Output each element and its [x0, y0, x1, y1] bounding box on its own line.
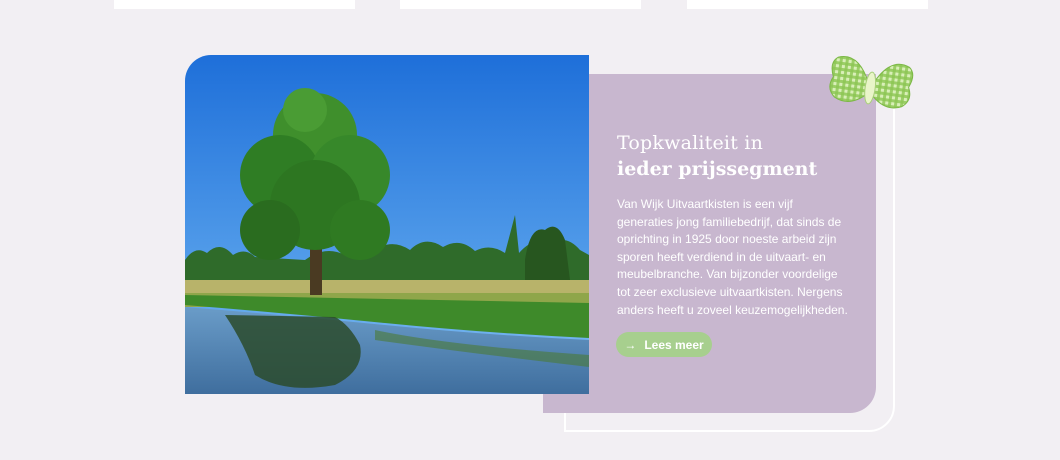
read-more-button[interactable]: → Lees meer [616, 332, 712, 357]
arrow-right-icon: → [624, 337, 637, 352]
read-more-label: Lees meer [644, 337, 704, 352]
top-card-1[interactable] [114, 0, 355, 9]
feature-text: Topkwaliteit in ieder prijssegment Van W… [617, 130, 852, 319]
feature-body: Van Wijk Uitvaartkisten is een vijf gene… [617, 197, 848, 317]
feature-heading-line2: ieder prijssegment [617, 158, 818, 180]
top-card-3[interactable] [687, 0, 928, 9]
top-card-2[interactable] [400, 0, 641, 9]
butterfly-icon [824, 54, 916, 129]
landscape-photo [185, 55, 589, 394]
feature-heading-line1: Topkwaliteit in [617, 132, 764, 154]
